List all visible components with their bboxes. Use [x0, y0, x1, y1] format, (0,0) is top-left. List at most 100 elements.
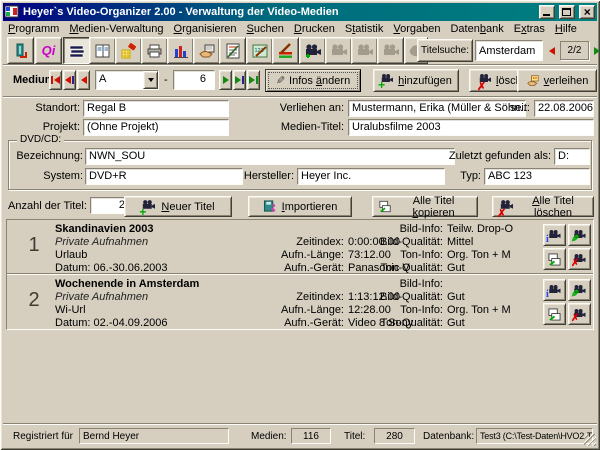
titel-count-label: Titel: [344, 426, 365, 447]
title-copy-button[interactable] [543, 248, 566, 270]
search-prev-button[interactable] [546, 45, 558, 57]
hand-card-icon [526, 75, 540, 87]
camera-info-icon [547, 229, 562, 241]
title-name: Wochenende in Amsterdam [55, 278, 199, 290]
minimize-button[interactable] [539, 5, 555, 19]
bezeichnung-field[interactable]: NWN_SOU [85, 148, 455, 165]
next-triangle-icon [594, 47, 600, 55]
media-list-button[interactable] [63, 37, 90, 64]
title-info-button[interactable]: i [543, 224, 566, 246]
exit-icon [13, 43, 29, 59]
hinzufuegen-button[interactable]: + hinzufügen [373, 69, 459, 92]
title-delete-button[interactable]: ✗ [568, 303, 591, 325]
projekt-field[interactable]: (Ohne Projekt) [83, 119, 229, 136]
menu-medien-verwaltung[interactable]: Medien-Verwaltung [64, 22, 168, 36]
neuer-titel-button[interactable]: + Neuer Titel [124, 196, 232, 217]
anzahl-titel-label: Anzahl der Titel: [8, 198, 88, 214]
hersteller-field[interactable]: Heyer Inc. [297, 168, 445, 185]
medien-titel-label: Medien-Titel: [238, 119, 344, 135]
bar-icon [72, 76, 74, 84]
search-position: 2/2 [560, 41, 589, 60]
medium-next-group-button[interactable] [233, 70, 246, 90]
dvdcd-legend: DVD/CD: [17, 134, 64, 145]
menu-datenbank[interactable]: Datenbank [445, 22, 508, 36]
add-title-button[interactable] [299, 37, 326, 64]
title-row-2[interactable]: 2 Wochenende in Amsterdam Private Aufnah… [7, 276, 593, 328]
import-icon [263, 200, 277, 213]
importieren-label: Importieren [282, 201, 338, 213]
app-icon [5, 5, 19, 19]
search-next-button[interactable] [591, 45, 600, 57]
books-icon [69, 43, 85, 59]
title-info-button[interactable]: i [543, 279, 566, 301]
camera-tool-button-3[interactable] [377, 37, 404, 64]
menu-statistik[interactable]: Statistik [340, 22, 389, 36]
flashlight-icon [121, 43, 137, 59]
print-button[interactable] [141, 37, 168, 64]
title-delete-button[interactable]: ✗ [568, 248, 591, 270]
registriert-field: Bernd Heyer [79, 428, 229, 444]
quickinfo-button[interactable]: Qi [35, 37, 62, 64]
resize-grip[interactable] [584, 434, 596, 446]
system-field[interactable]: DVD+R [85, 168, 243, 185]
search-flashlight-button[interactable] [115, 37, 142, 64]
verleihen-button[interactable]: verleihen [517, 69, 597, 92]
alle-titel-kopieren-button[interactable]: Alle Titel kopieren [372, 196, 478, 217]
titelsuche-button[interactable]: Titelsuche: [417, 39, 473, 62]
menu-organisieren[interactable]: Organisieren [169, 22, 242, 36]
medium-prev-button[interactable] [77, 70, 90, 90]
zuletzt-gefunden-field[interactable]: D: [554, 148, 590, 165]
camera-disabled-icon [382, 43, 400, 59]
alle-titel-loeschen-button[interactable]: ✗ Alle Titel löschen [492, 196, 594, 217]
camera-tool-button-1[interactable] [325, 37, 352, 64]
title-row-1[interactable]: 1 Skandinavien 2003 Private Aufnahmen Ur… [7, 221, 593, 273]
importieren-button[interactable]: Importieren [248, 196, 352, 217]
ton-info-line: Ton-Info:Org. Ton + M [363, 304, 541, 316]
menu-vorgaben[interactable]: Vorgaben [388, 22, 445, 36]
title-edit-button[interactable]: ✎ [568, 279, 591, 301]
close-icon: × [583, 7, 590, 17]
standort-label: Standort: [8, 100, 80, 116]
standort-field[interactable]: Regal B [83, 100, 229, 117]
medium-next-button[interactable] [219, 70, 232, 90]
lend-media-button[interactable] [193, 37, 220, 64]
medien-titel-field[interactable]: Uralubsfilme 2003 [348, 119, 594, 136]
camera-disabled-icon [330, 43, 348, 59]
title-copy-button[interactable] [543, 303, 566, 325]
maximize-button[interactable] [559, 5, 575, 19]
menu-hilfe[interactable]: Hilfe [550, 22, 582, 36]
camera-tool-button-2[interactable] [351, 37, 378, 64]
title-datum: Datum: 02.-04.09.2006 [55, 317, 168, 329]
medium-first-button[interactable] [49, 70, 62, 90]
datenbank-field: Test3 (C:\Test-Daten\HVO2-Test3\) [476, 428, 593, 444]
notes-button[interactable] [219, 37, 246, 64]
last-triangle-icon [249, 76, 255, 84]
title-art: Private Aufnahmen [55, 291, 148, 303]
alle-titel-loeschen-label: Alle Titel löschen [519, 195, 587, 219]
title-edit-button[interactable]: ✎ [568, 224, 591, 246]
dropdown-button[interactable] [143, 71, 158, 89]
close-button[interactable]: × [579, 5, 595, 19]
edit-numbers-button[interactable]: 123 [246, 37, 273, 64]
medium-number-field[interactable]: 6 [173, 70, 215, 90]
title-bar[interactable]: Heyer`s Video-Organizer 2.00 - Verwaltun… [3, 3, 597, 21]
menu-programm[interactable]: Programm [3, 22, 64, 36]
menu-suchen[interactable]: Suchen [242, 22, 289, 36]
menu-drucken[interactable]: Drucken [289, 22, 340, 36]
bar-chart-icon [173, 43, 189, 59]
seit-field[interactable]: 22.08.2006 [534, 100, 594, 117]
typ-field[interactable]: ABC 123 [484, 168, 590, 185]
typ-label: Typ: [449, 168, 481, 184]
infos-aendern-button[interactable]: ✎ Infos ändern [265, 69, 361, 92]
search-input[interactable] [475, 40, 543, 61]
statistics-button[interactable] [167, 37, 194, 64]
index-cards-button[interactable] [89, 37, 116, 64]
medium-prev-group-button[interactable] [63, 70, 76, 90]
medium-last-button[interactable] [247, 70, 260, 90]
exit-button[interactable] [7, 37, 34, 64]
dvdcd-group: DVD/CD: Bezeichnung: NWN_SOU Zuletzt gef… [8, 140, 592, 190]
menu-extras[interactable]: Extras [509, 22, 550, 36]
edit-colors-button[interactable] [272, 37, 299, 64]
separator [3, 423, 597, 425]
medium-letter-select[interactable]: A [95, 70, 159, 90]
